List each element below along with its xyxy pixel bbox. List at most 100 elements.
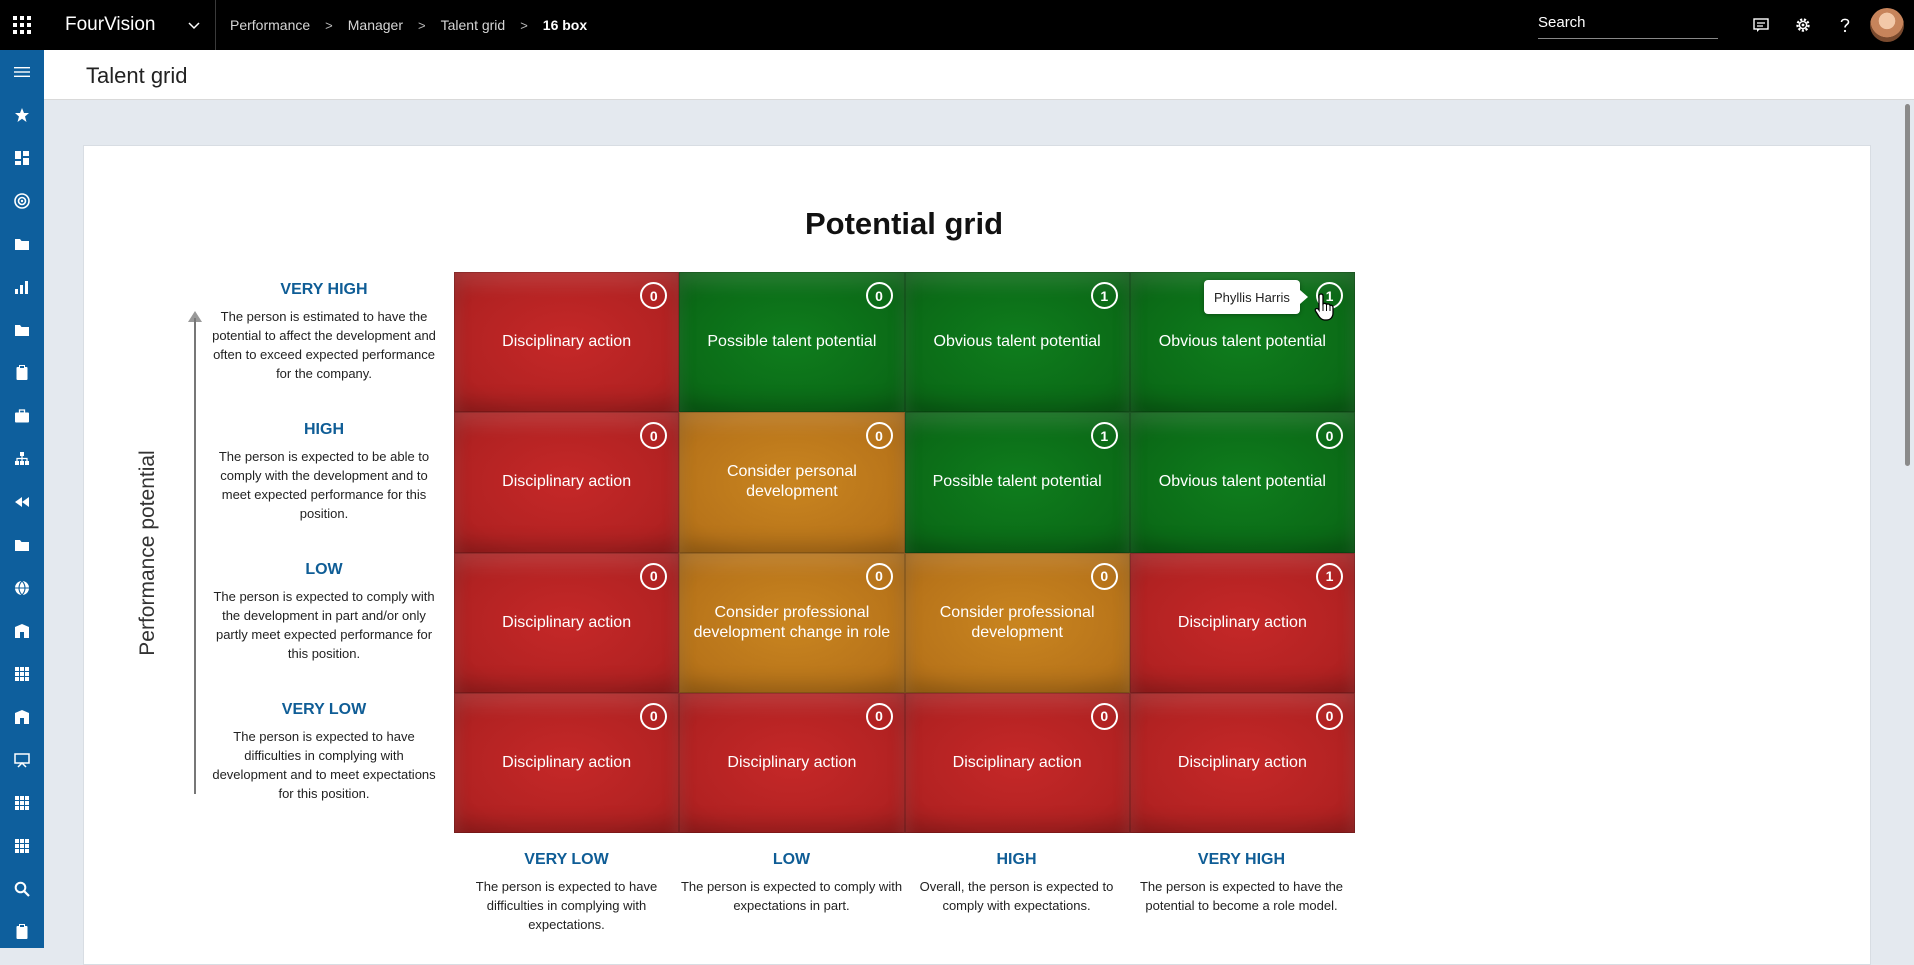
grid-cell[interactable]: Obvious talent potential 1 (904, 272, 1130, 413)
scrollbar-thumb[interactable] (1905, 104, 1910, 466)
count-badge[interactable]: 1 (1090, 422, 1118, 450)
count-badge[interactable]: 0 (1316, 702, 1343, 730)
y-level-very-high: VERY HIGH The person is estimated to hav… (208, 281, 440, 383)
y-level-description: The person is expected to comply with th… (213, 589, 435, 661)
count-badge[interactable]: 0 (865, 702, 893, 730)
clipboard-icon[interactable] (0, 910, 44, 953)
cell-label: Disciplinary action (1177, 753, 1307, 771)
globe-icon[interactable] (0, 566, 44, 609)
gear-icon[interactable] (1782, 0, 1824, 50)
apps-icon[interactable] (0, 652, 44, 695)
help-icon[interactable] (1824, 0, 1866, 50)
apps-icon[interactable] (0, 781, 44, 824)
cell-label: Consider professional development (939, 603, 1095, 641)
grid-cell[interactable]: Disciplinary action 0 (454, 412, 680, 553)
grid-cell[interactable]: Disciplinary action 0 (454, 552, 680, 693)
breadcrumb-manager[interactable]: Manager (348, 17, 403, 33)
rewind-icon[interactable] (0, 480, 44, 523)
building-icon[interactable] (0, 609, 44, 652)
chart-icon[interactable] (0, 265, 44, 308)
grid-cell[interactable]: Disciplinary action 0 (904, 692, 1130, 833)
hand-cursor-icon (1314, 293, 1334, 321)
y-axis-line (194, 318, 196, 794)
y-level-title: VERY HIGH (280, 281, 368, 298)
briefcase-icon[interactable] (0, 394, 44, 437)
y-level-title: VERY LOW (281, 701, 367, 718)
x-level-description: The person is expected to have difficult… (475, 879, 658, 932)
x-level-high: HIGH Overall, the person is expected to … (904, 851, 1129, 915)
breadcrumb-16-box[interactable]: 16 box (543, 17, 587, 33)
y-level-description: The person is expected to have difficult… (212, 729, 436, 801)
dashboard-icon[interactable] (0, 136, 44, 179)
cell-label: Obvious talent potential (1158, 333, 1326, 351)
count-badge[interactable]: 0 (640, 702, 668, 730)
count-badge[interactable]: 0 (1316, 422, 1343, 450)
apps-icon[interactable] (0, 824, 44, 867)
count-badge[interactable]: 0 (1090, 702, 1118, 730)
grid-cell[interactable]: Possible talent potential 1 (904, 412, 1130, 553)
grid-cell[interactable]: Disciplinary action 0 (679, 692, 905, 833)
count-badge[interactable]: 0 (865, 562, 893, 590)
messages-icon[interactable] (1740, 0, 1782, 50)
grid-cell[interactable]: Consider professional development change… (679, 552, 905, 693)
y-level-high: HIGH The person is expected to be able t… (208, 421, 440, 523)
breadcrumb: Performance > Manager > Talent grid > 16… (230, 17, 587, 33)
count-badge[interactable]: 0 (640, 422, 668, 450)
app-launcher-icon[interactable] (0, 0, 44, 50)
app-name: FourVision (65, 14, 156, 35)
folder-icon[interactable] (0, 308, 44, 351)
cell-label: Disciplinary action (502, 473, 632, 491)
grid-cell[interactable]: Consider personal development 0 (679, 412, 905, 553)
grid-cell[interactable]: Disciplinary action 1 (1129, 552, 1355, 693)
count-badge[interactable]: 0 (1090, 562, 1118, 590)
clipboard-icon[interactable] (0, 351, 44, 394)
cell-label: Obvious talent potential (1158, 473, 1326, 491)
vertical-scrollbar[interactable] (1901, 100, 1914, 948)
menu-icon[interactable] (0, 50, 44, 93)
app-switcher[interactable]: FourVision (44, 0, 216, 50)
count-badge[interactable]: 0 (865, 422, 893, 450)
count-badge[interactable]: 1 (1090, 282, 1118, 309)
grid-title: Potential grid (804, 206, 1004, 241)
grid-cell[interactable]: Disciplinary action 0 (1129, 692, 1355, 833)
x-level-title: VERY HIGH (1197, 851, 1286, 868)
chevron-down-icon[interactable] (187, 18, 201, 32)
y-level-low: LOW The person is expected to comply wit… (208, 561, 440, 663)
y-level-very-low: VERY LOW The person is expected to have … (208, 701, 440, 803)
x-level-description: The person is expected to comply with ex… (680, 879, 903, 913)
breadcrumb-performance[interactable]: Performance (230, 17, 310, 33)
favorites-icon[interactable] (0, 93, 44, 136)
cell-label: Obvious talent potential (933, 333, 1101, 351)
page-title: Talent grid (86, 63, 188, 88)
building-icon[interactable] (0, 695, 44, 738)
x-level-very-high: VERY HIGH The person is expected to have… (1129, 851, 1354, 915)
x-level-title: LOW (772, 851, 811, 868)
search-icon[interactable] (0, 867, 44, 910)
left-navigation (0, 50, 44, 948)
cell-label: Disciplinary action (727, 753, 857, 771)
cell-label: Disciplinary action (1177, 613, 1307, 631)
x-level-very-low: VERY LOW The person is expected to have … (454, 851, 679, 934)
grid-cell[interactable]: Disciplinary action 0 (454, 272, 680, 413)
y-level-description: The person is estimated to have the pote… (212, 309, 436, 381)
avatar[interactable] (1870, 8, 1904, 42)
training-icon[interactable] (0, 738, 44, 781)
count-badge[interactable]: 0 (865, 282, 893, 309)
folder-icon[interactable] (0, 523, 44, 566)
x-level-title: VERY LOW (524, 851, 609, 868)
grid-cell[interactable]: Disciplinary action 0 (454, 692, 680, 833)
count-badge[interactable]: 0 (640, 562, 668, 590)
grid-cell[interactable]: Consider professional development 0 (904, 552, 1130, 693)
count-badge[interactable]: 1 (1316, 562, 1343, 590)
top-bar: FourVision Performance > Manager > Talen… (0, 0, 1914, 50)
y-axis-label: Performance potential (136, 450, 159, 656)
breadcrumb-talent-grid[interactable]: Talent grid (441, 17, 506, 33)
grid-cell[interactable]: Obvious talent potential 0 (1129, 412, 1355, 553)
y-level-title: HIGH (304, 421, 344, 438)
potential-grid: Disciplinary action 0 Possible talent pot… (454, 272, 1355, 833)
search-input[interactable]: Search (1538, 11, 1718, 39)
grid-cell[interactable]: Possible talent potential 0 (679, 272, 905, 413)
count-badge[interactable]: 0 (640, 282, 668, 309)
org-chart-icon[interactable] (0, 437, 44, 480)
cell-label: Possible talent potential (932, 473, 1102, 491)
